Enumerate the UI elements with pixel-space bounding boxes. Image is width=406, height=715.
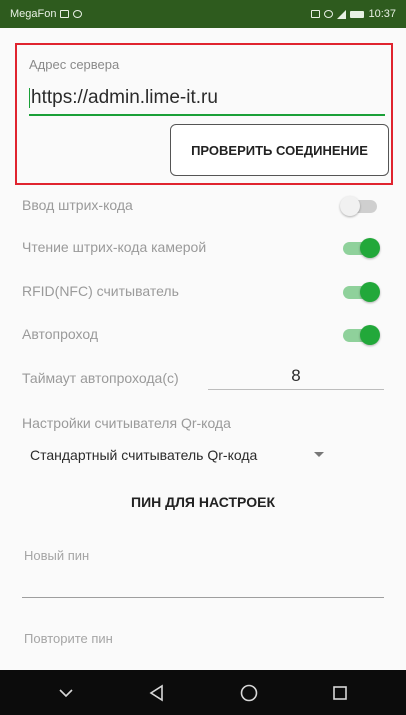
new-pin-placeholder: Новый пин xyxy=(24,548,90,563)
toggle-thumb xyxy=(360,238,380,258)
status-time: 10:37 xyxy=(368,8,396,20)
setting-label: RFID(NFC) считыватель xyxy=(22,283,179,299)
server-address-label: Адрес сервера xyxy=(29,57,120,72)
dropdown-arrow-icon xyxy=(314,452,324,457)
qr-reader-settings-label: Настройки считывателя Qr-кода xyxy=(22,415,231,431)
repeat-pin-field[interactable]: Повторите пин xyxy=(22,625,384,665)
home-icon[interactable] xyxy=(229,673,269,713)
check-connection-button[interactable]: ПРОВЕРИТЬ СОЕДИНЕНИЕ xyxy=(170,124,389,176)
server-address-value: https://admin.lime-it.ru xyxy=(31,87,218,108)
nfc-icon xyxy=(311,10,321,18)
server-address-input[interactable]: https://admin.lime-it.ru xyxy=(29,82,385,116)
setting-label: Автопроход xyxy=(22,326,98,342)
status-bar: MegaFon 10:37 xyxy=(0,0,406,28)
autopass-timeout-label: Таймаут автопрохода(с) xyxy=(22,370,179,386)
recents-icon[interactable] xyxy=(320,673,360,713)
status-bar-right: 10:37 xyxy=(311,8,396,20)
toggle-thumb xyxy=(360,282,380,302)
collapse-icon[interactable] xyxy=(46,673,86,713)
toggle-thumb xyxy=(360,325,380,345)
field-underline xyxy=(22,597,384,598)
sim-icon xyxy=(60,10,70,18)
setting-label: Чтение штрих-кода камерой xyxy=(22,239,207,255)
camera-scan-toggle[interactable] xyxy=(340,238,380,258)
battery-icon xyxy=(350,10,365,18)
text-caret xyxy=(29,88,30,108)
toggle-thumb xyxy=(340,196,360,216)
pin-section-title: ПИН ДЛЯ НАСТРОЕК xyxy=(131,494,275,510)
setting-row-rfid[interactable]: RFID(NFC) считыватель xyxy=(0,272,406,312)
whatsapp-icon xyxy=(73,10,83,18)
rfid-toggle[interactable] xyxy=(340,282,380,302)
barcode-input-toggle[interactable] xyxy=(340,196,380,216)
setting-label: Ввод штрих-кода xyxy=(22,197,133,213)
navigation-bar xyxy=(0,670,406,715)
setting-row-camera-scan[interactable]: Чтение штрих-кода камерой xyxy=(0,228,406,268)
qr-reader-select[interactable]: Стандартный считыватель Qr-кода xyxy=(22,440,332,470)
back-icon[interactable] xyxy=(137,673,177,713)
carrier-name: MegaFon xyxy=(10,8,57,20)
autopass-toggle[interactable] xyxy=(340,325,380,345)
qr-reader-selected-value: Стандартный считыватель Qr-кода xyxy=(30,447,258,463)
status-bar-left: MegaFon xyxy=(10,8,83,20)
alarm-icon xyxy=(324,10,334,18)
server-settings-box: Адрес сервера https://admin.lime-it.ru П… xyxy=(15,43,393,185)
signal-icon xyxy=(337,9,347,19)
setting-row-autopass[interactable]: Автопроход xyxy=(0,315,406,355)
autopass-timeout-input[interactable]: 8 xyxy=(208,362,384,390)
repeat-pin-placeholder: Повторите пин xyxy=(24,631,113,646)
setting-row-barcode-input[interactable]: Ввод штрих-кода xyxy=(0,186,406,226)
new-pin-field[interactable]: Новый пин xyxy=(22,542,384,598)
